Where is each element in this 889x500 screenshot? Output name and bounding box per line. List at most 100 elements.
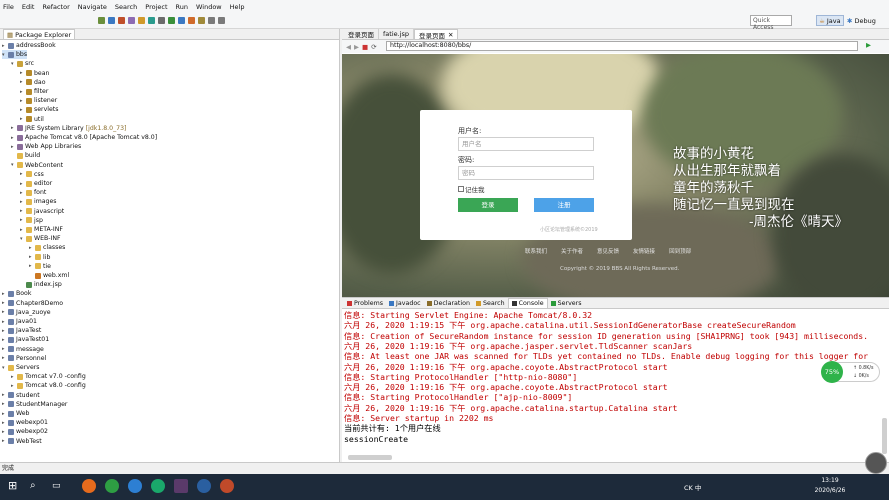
go-icon[interactable]: ▶ <box>866 41 871 49</box>
footer-link[interactable]: 友情链接 <box>633 247 655 255</box>
tree-item[interactable]: ▸ Java_zuoye <box>2 308 51 317</box>
tree-item[interactable]: ▸ JavaTest <box>2 326 41 335</box>
system-tray[interactable]: CK 中 <box>684 482 701 492</box>
tree-item[interactable]: ▸ Web <box>2 409 30 418</box>
task-view-icon[interactable]: ▭ <box>52 479 66 493</box>
open-icon[interactable] <box>138 17 145 24</box>
tree-item[interactable]: ▸ bean <box>20 69 49 78</box>
horizontal-scrollbar[interactable] <box>348 455 392 460</box>
nav-forward-icon[interactable] <box>218 17 225 24</box>
tree-item[interactable]: ▸ StudentManager <box>2 400 67 409</box>
firefox-icon[interactable] <box>82 479 96 493</box>
checkbox-box[interactable] <box>458 186 464 192</box>
new-icon[interactable] <box>128 17 135 24</box>
tree-item[interactable]: ▸ webexp02 <box>2 427 48 436</box>
run-icon[interactable] <box>98 17 105 24</box>
menu-refactor[interactable]: Refactor <box>42 3 69 11</box>
save-icon[interactable] <box>148 17 155 24</box>
recorder-icon[interactable] <box>220 479 234 493</box>
tab-search[interactable]: Search <box>473 298 508 308</box>
tree-item[interactable]: ▸ Personnel <box>2 354 46 363</box>
tree-item[interactable]: ▸ jsp <box>20 216 43 225</box>
stop-icon[interactable]: ■ <box>362 43 368 51</box>
tree-item[interactable]: ▾ Servers <box>2 363 40 372</box>
windows-start-icon[interactable]: ⊞ <box>8 479 22 493</box>
tree-item[interactable]: ▸ Tomcat v8.0 -config <box>11 381 86 390</box>
tree-item[interactable]: ▸ message <box>2 345 44 354</box>
refresh-icon[interactable]: ⟳ <box>371 43 376 51</box>
tree-item[interactable]: index.jsp <box>20 280 62 289</box>
chrome-icon[interactable] <box>105 479 119 493</box>
server-icon[interactable] <box>178 17 185 24</box>
tab-console[interactable]: Console <box>507 298 548 308</box>
tree-item[interactable]: ▸ font <box>20 188 46 197</box>
tree-item[interactable]: ▸ addressBook <box>2 41 56 50</box>
run-as-icon[interactable] <box>168 17 175 24</box>
search-icon[interactable] <box>158 17 165 24</box>
tree-item[interactable]: ▸ Chapter8Demo <box>2 299 63 308</box>
network-speed-widget[interactable]: 75% ↑ 0.8K/s ↓ 0K/s <box>821 361 880 383</box>
tab-fatie-jsp[interactable]: fatie.jsp <box>379 29 415 39</box>
tree-item[interactable]: ▸ JRE System Library [jdk1.8.0_73] <box>11 124 126 133</box>
tab-package-explorer[interactable]: ▦ Package Explorer <box>3 29 76 39</box>
search-icon[interactable]: ⌕ <box>30 479 44 493</box>
perspective-debug-button[interactable]: ✱ Debug <box>845 15 876 26</box>
tree-item[interactable]: ▸ Java01 <box>2 317 37 326</box>
menu-search[interactable]: Search <box>115 3 137 11</box>
tree-item[interactable]: ▸ classes <box>29 243 65 252</box>
tree-item[interactable]: web.xml <box>29 271 69 280</box>
footer-link[interactable]: 意见反馈 <box>597 247 619 255</box>
footer-link[interactable]: 联系我们 <box>525 247 547 255</box>
clock[interactable]: 13:19 2020/6/26 <box>812 476 848 496</box>
menu-project[interactable]: Project <box>145 3 167 11</box>
tree-item[interactable]: ▾ WebContent <box>11 161 63 170</box>
tree-item[interactable]: ▾ bbs <box>2 50 28 60</box>
tree-item[interactable]: ▸ Book <box>2 289 31 298</box>
tree-item[interactable]: ▸ lib <box>29 253 50 262</box>
tree-item[interactable]: ▸ Web App Libraries <box>11 142 81 151</box>
tab-login-page-1[interactable]: 登录页面 <box>344 29 379 39</box>
console-output[interactable]: 信息: Starting Servlet Engine: Apache Tomc… <box>342 309 889 459</box>
tree-item[interactable]: build <box>11 151 40 160</box>
tree-item[interactable]: ▸ dao <box>20 78 46 87</box>
tab-javadoc[interactable]: Javadoc <box>386 298 424 308</box>
footer-link[interactable]: 关于作者 <box>561 247 583 255</box>
password-input[interactable]: 密码 <box>458 166 594 180</box>
vertical-scrollbar[interactable] <box>882 418 887 454</box>
tab-problems[interactable]: Problems <box>344 298 386 308</box>
tree-item[interactable]: ▸ META-INF <box>20 225 63 234</box>
quick-access-input[interactable]: Quick Access <box>750 15 792 31</box>
tree-item[interactable]: ▸ Tomcat v7.0 -config <box>11 372 86 381</box>
tree-item[interactable]: ▸ Apache Tomcat v8.0 [Apache Tomcat v8.0] <box>11 133 157 142</box>
username-input[interactable]: 用户名 <box>458 137 594 151</box>
perspective-java-button[interactable]: ☕ Java <box>816 15 844 26</box>
tab-declaration[interactable]: Declaration <box>424 298 473 308</box>
build-icon[interactable] <box>188 17 195 24</box>
tree-item[interactable]: ▸ servlets <box>20 105 58 114</box>
tree-item[interactable]: ▸ css <box>20 170 44 179</box>
close-icon[interactable]: ✕ <box>448 31 453 39</box>
debug-icon[interactable] <box>108 17 115 24</box>
menu-file[interactable]: File <box>3 3 14 11</box>
package-icon[interactable] <box>198 17 205 24</box>
tree-item[interactable]: ▸ util <box>20 115 44 124</box>
stop-icon[interactable] <box>118 17 125 24</box>
remember-me-checkbox[interactable]: 记住我 <box>458 184 485 194</box>
menu-help[interactable]: Help <box>230 3 245 11</box>
forward-icon[interactable]: ▶ <box>354 43 359 51</box>
tree-item[interactable]: ▸ WebTest <box>2 437 42 446</box>
tree-item[interactable]: ▸ student <box>2 391 40 400</box>
tree-item[interactable]: ▸ listener <box>20 96 57 105</box>
tree-item[interactable]: ▸ images <box>20 197 57 206</box>
eclipse-icon[interactable] <box>174 479 188 493</box>
nav-back-icon[interactable] <box>208 17 215 24</box>
login-button[interactable]: 登录 <box>458 198 518 212</box>
back-icon[interactable]: ◀ <box>346 43 351 51</box>
tree-item[interactable]: ▸ javascript <box>20 207 64 216</box>
menu-navigate[interactable]: Navigate <box>78 3 107 11</box>
footer-link[interactable]: 回到顶部 <box>669 247 691 255</box>
tool-icon[interactable] <box>197 479 211 493</box>
tree-item[interactable]: ▸ JavaTest01 <box>2 335 49 344</box>
tree-item[interactable]: ▾ WEB-INF <box>20 234 61 243</box>
tab-login-page-2[interactable]: 登录页面 ✕ <box>414 29 459 40</box>
